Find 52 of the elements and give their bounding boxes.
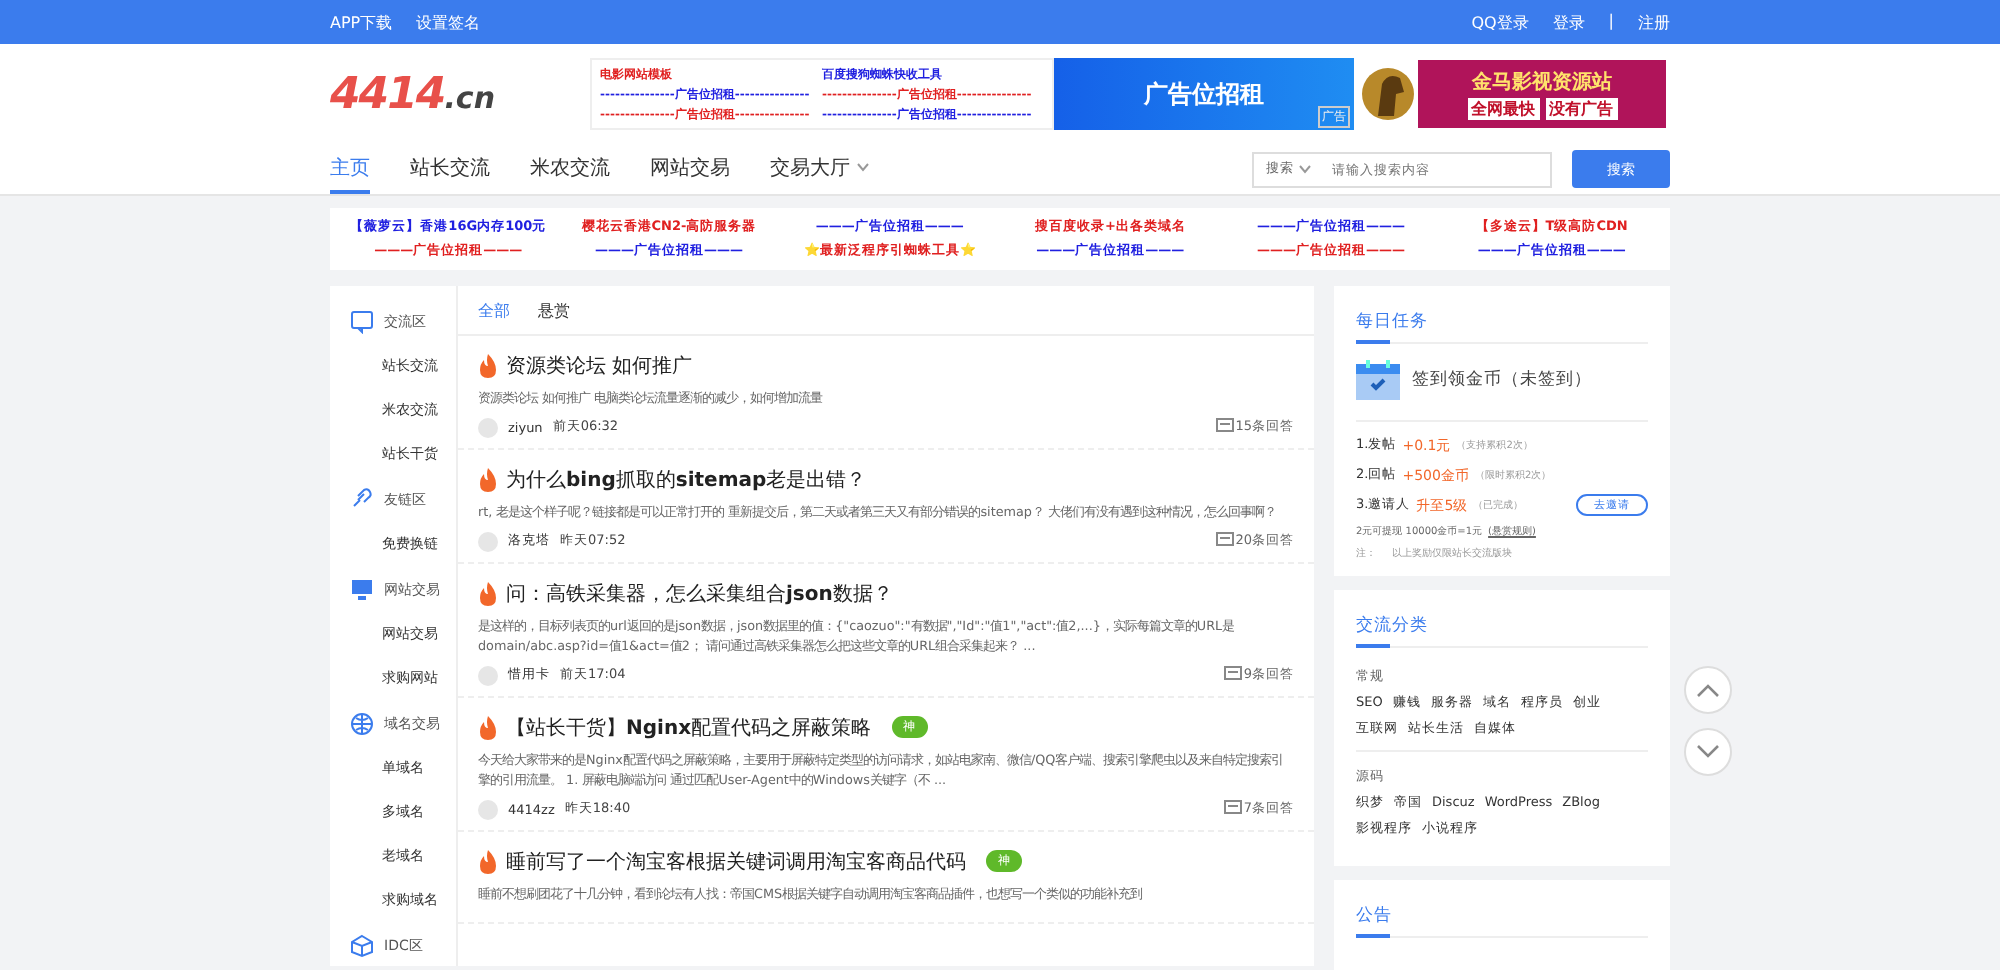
nav-tab[interactable]: 主页 [330, 144, 370, 194]
cube-icon [350, 933, 374, 957]
top-link[interactable]: QQ登录 [1471, 11, 1529, 33]
top-link[interactable]: 注册 [1638, 11, 1670, 33]
calendar-check-icon [1356, 360, 1400, 400]
feed-tab[interactable]: 悬赏 [538, 299, 570, 321]
flame-icon [478, 849, 498, 874]
chevron-down-icon [856, 162, 870, 172]
link-icon [350, 487, 374, 511]
nav-tab[interactable]: 网站交易 [650, 144, 730, 194]
card-title: 交流分类 [1356, 598, 1648, 648]
comment-icon [1215, 532, 1234, 551]
flame-icon [478, 467, 498, 492]
top-link[interactable]: 设置签名 [416, 11, 481, 33]
post-title[interactable]: 睡前写了一个淘宝客根据关键词调用淘宝客商品代码 [506, 847, 966, 876]
checkin-link[interactable]: 签到领金币（未签到） [1412, 368, 1592, 392]
scroll-up-button[interactable] [1684, 666, 1732, 714]
chat-icon [350, 309, 374, 333]
globe-icon [350, 711, 374, 735]
chevron-up-icon [1696, 682, 1720, 698]
avatar-icon [478, 417, 498, 438]
nav-tab[interactable]: 交易大厅 [770, 144, 870, 194]
nav-tab[interactable]: 站长交流 [410, 144, 490, 194]
chevron-down-icon [1298, 164, 1312, 174]
avatar-icon [478, 665, 498, 686]
post-title[interactable]: 问：高铁采集器，怎么采集组合json数据？ [506, 579, 893, 608]
flame-icon [478, 715, 498, 740]
post-title[interactable]: 资源类论坛 如何推广 [506, 352, 693, 380]
flame-icon [478, 354, 498, 378]
banner-text: 广告位招租 [1144, 77, 1264, 111]
post-title[interactable]: 为什么bing抓取的sitemap老是出错？ [506, 465, 867, 494]
top-link[interactable]: | [1608, 11, 1614, 33]
top-link[interactable]: 登录 [1552, 11, 1585, 33]
promo-slogan: 没有广告 [1545, 98, 1617, 120]
comment-icon [1223, 800, 1242, 819]
avatar-icon [478, 531, 498, 552]
top-link[interactable]: APP下载 [330, 11, 393, 33]
flame-icon [478, 581, 498, 606]
comment-icon [1215, 418, 1234, 437]
avatar-icon [478, 799, 498, 820]
feed-tab[interactable]: 全部 [478, 299, 510, 321]
monitor-icon [350, 577, 374, 601]
chevron-down-icon [1696, 744, 1720, 760]
comment-icon [1223, 666, 1242, 685]
promo-title: 金马影视资源站 [1472, 69, 1612, 96]
scroll-down-button[interactable] [1684, 728, 1732, 776]
site-logo[interactable]: 4414.cn [330, 69, 590, 119]
promo-slogan: 全网最快 [1467, 98, 1539, 120]
nav-tab[interactable]: 米农交流 [530, 144, 610, 194]
card-title: 每日任务 [1356, 294, 1648, 344]
post-title[interactable]: 【站长干货】Nginx配置代码之屏蔽策略 [506, 713, 872, 742]
card-title: 公告 [1356, 888, 1648, 938]
